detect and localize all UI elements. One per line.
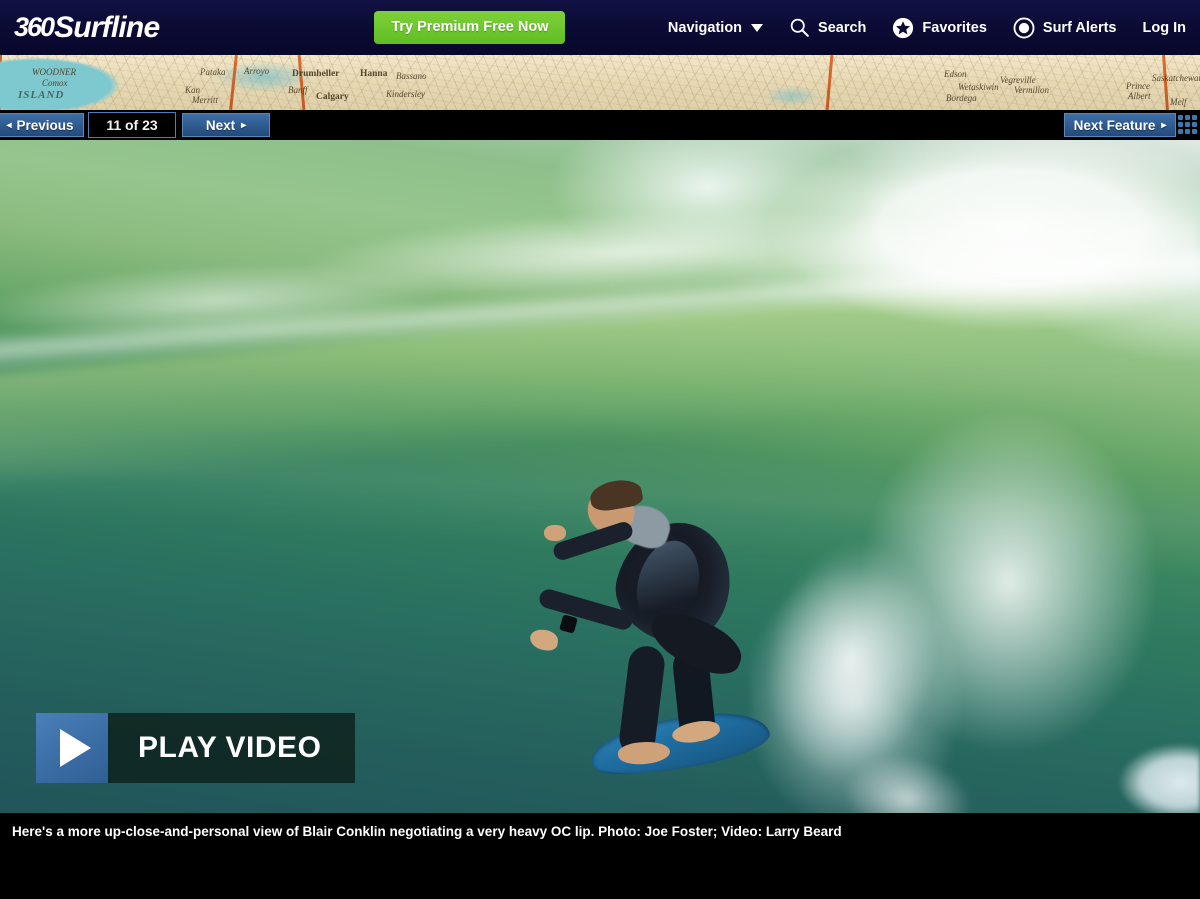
map-place-label: Banff xyxy=(288,85,308,95)
surfer-watch xyxy=(559,614,578,634)
map-place-label: Saskatchewan xyxy=(1152,73,1200,83)
next-feature-label: Next Feature xyxy=(1073,117,1156,133)
grid-cell xyxy=(1192,115,1197,120)
grid-cell xyxy=(1185,115,1190,120)
star-icon xyxy=(892,17,914,39)
map-place-label: WOODNER xyxy=(32,67,76,77)
surfline-logo[interactable]: 360 Surfline xyxy=(14,10,160,44)
map-place-label: Bordega xyxy=(946,93,977,103)
grid-cell xyxy=(1178,122,1183,127)
grid-cell xyxy=(1192,129,1197,134)
sponsor-ad-strip: ISLAND Comox WOODNER Drumheller Hanna Banff Ca… xyxy=(0,55,1200,110)
search-button[interactable]: Search xyxy=(789,17,866,38)
previous-button[interactable]: ◂ Previous xyxy=(0,113,84,137)
surf-alerts-button[interactable]: Surf Alerts xyxy=(1013,17,1117,39)
photo-caption-bar: Here's a more up-close-and-personal view… xyxy=(0,813,1200,899)
map-place-label: Merritt xyxy=(192,95,218,105)
caret-right-icon: ▸ xyxy=(1161,119,1167,131)
photo-caption-text: Here's a more up-close-and-personal view… xyxy=(12,824,842,839)
navigation-menu[interactable]: Navigation xyxy=(667,19,764,36)
chevron-down-icon xyxy=(751,23,764,32)
play-triangle-icon xyxy=(59,729,91,767)
map-place-label: Prince xyxy=(1126,81,1150,91)
grid-cell xyxy=(1185,129,1190,134)
surfer-back-hand xyxy=(528,628,560,652)
map-place-label: Hanna xyxy=(360,69,388,79)
surfer-front-hand xyxy=(544,525,566,541)
play-icon-square xyxy=(36,713,108,783)
map-place-label: Vermilion xyxy=(1014,85,1049,95)
grid-cell xyxy=(1185,122,1190,127)
slide-counter: 11 of 23 xyxy=(88,112,176,138)
site-header: 360 Surfline Try Premium Free Now Naviga… xyxy=(0,0,1200,55)
map-place-label: Edson xyxy=(944,69,967,79)
play-video-button[interactable]: PLAY VIDEO xyxy=(36,713,356,783)
map-place-label: ISLAND xyxy=(18,89,65,101)
logo-surfline-text: Surfline xyxy=(54,10,160,44)
favorites-button[interactable]: Favorites xyxy=(892,17,987,39)
surf-alerts-label: Surf Alerts xyxy=(1042,19,1117,36)
favorites-label: Favorites xyxy=(922,19,987,36)
map-place-label: Drumheller xyxy=(292,69,340,79)
previous-label: Previous xyxy=(16,117,74,133)
try-premium-button[interactable]: Try Premium Free Now xyxy=(374,11,566,44)
caret-right-icon: ▸ xyxy=(241,119,247,131)
login-button[interactable]: Log In xyxy=(1143,20,1187,36)
map-place-label: Calgary xyxy=(316,92,349,102)
map-place-label: Albert xyxy=(1128,91,1151,101)
map-place-label: Kan xyxy=(185,85,201,95)
grid-cell xyxy=(1178,115,1183,120)
next-feature-button[interactable]: Next Feature ▸ xyxy=(1064,113,1176,137)
grid-view-icon[interactable] xyxy=(1178,115,1197,134)
gallery-control-bar: ◂ Previous 11 of 23 Next ▸ Next Feature … xyxy=(0,110,1200,140)
foam-bottom-right xyxy=(1070,733,1200,813)
caret-left-icon: ◂ xyxy=(6,119,12,131)
surfline-photo-viewer-page: 360 Surfline Try Premium Free Now Naviga… xyxy=(0,0,1200,899)
map-place-label: Kindersley xyxy=(386,89,425,99)
alert-ring-icon xyxy=(1013,17,1035,39)
map-place-label: Comox xyxy=(42,78,68,88)
slide-photo[interactable]: PLAY VIDEO xyxy=(0,140,1200,813)
navigation-label: Navigation xyxy=(667,19,743,36)
surfer-figure xyxy=(520,470,830,813)
search-icon xyxy=(789,17,810,38)
surfer-front-arm xyxy=(551,519,635,563)
map-place-label: Bassano xyxy=(396,71,427,81)
grid-cell xyxy=(1178,129,1183,134)
map-place-label: Melf xyxy=(1170,97,1187,107)
next-button[interactable]: Next ▸ xyxy=(182,113,270,137)
next-label: Next xyxy=(205,117,236,133)
map-place-label: Pataka xyxy=(200,67,226,77)
map-place-label: Vegreville xyxy=(1000,75,1036,85)
search-label: Search xyxy=(818,19,867,36)
login-label: Log In xyxy=(1142,19,1187,36)
play-video-label: PLAY VIDEO xyxy=(108,713,356,783)
map-place-label: Wetaskiwin xyxy=(958,82,999,92)
map-place-label: Arroyo xyxy=(244,66,270,76)
logo-360-text: 360 xyxy=(14,12,55,42)
grid-cell xyxy=(1192,122,1197,127)
